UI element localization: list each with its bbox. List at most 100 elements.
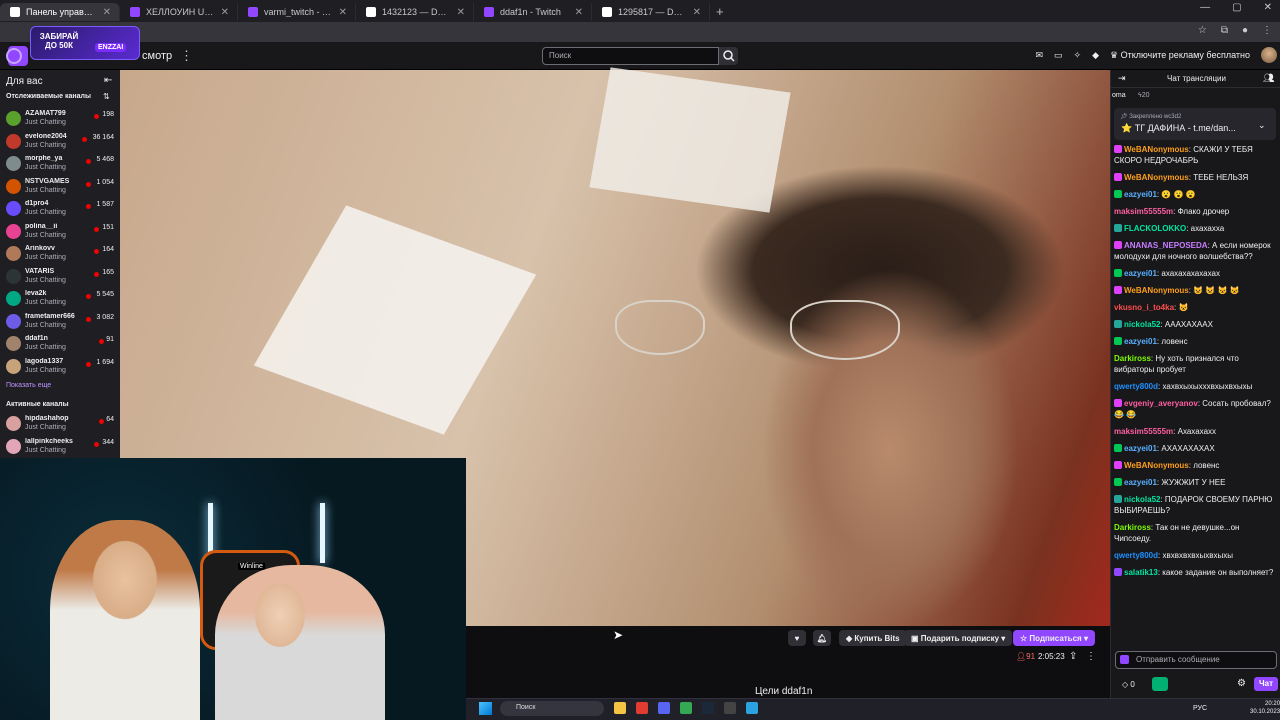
taskbar-search[interactable]: Поиск (500, 701, 604, 716)
chat-username[interactable]: nickola52 (1124, 320, 1160, 329)
chat-username[interactable]: qwerty800d (1114, 551, 1158, 560)
claim-points-button[interactable] (1152, 677, 1168, 691)
chat-message[interactable]: eazyei01: ахахахахахахах (1114, 268, 1274, 279)
chat-input[interactable]: Отправить сообщение (1115, 651, 1277, 669)
sidebar-channel[interactable]: polina__ii Just Chatting 151 (0, 221, 120, 243)
chat-message[interactable]: Darkiross: Так он не девушке...он Чипсое… (1114, 522, 1274, 544)
chat-message[interactable]: salatik13: какое задание он выполняет? (1114, 567, 1274, 578)
chat-username[interactable]: maksim55555m (1114, 207, 1173, 216)
chat-message[interactable]: evgeniy_averyanov: Сосать пробовал? 😂 😂 (1114, 398, 1274, 420)
browser-tab[interactable]: 1432123 — DonatePay ✕ (356, 3, 474, 21)
chat-username[interactable]: nickola52 (1124, 495, 1160, 504)
subscribe-button[interactable]: ☆ Подписаться ▾ (1013, 630, 1095, 646)
collapse-chat-icon[interactable]: ⇥ (1118, 73, 1126, 84)
browser-tab[interactable]: Панель управления - DonatePay ✕ (0, 3, 120, 21)
close-tab-icon[interactable]: ✕ (221, 7, 229, 18)
chat-username[interactable]: maksim55555m (1114, 427, 1173, 436)
chat-message[interactable]: vkusno_i_to4ka: 😺 (1114, 302, 1274, 313)
chat-send-button[interactable]: Чат (1254, 677, 1278, 691)
chat-username[interactable]: ANANAS_NEPOSEDA (1124, 241, 1208, 250)
telegram-icon[interactable] (746, 702, 758, 714)
more-options-icon[interactable]: ⋮ (1086, 651, 1096, 662)
search-button[interactable] (719, 47, 738, 65)
chat-message[interactable]: Darkiross: Ну хоть признался что вибрато… (1114, 353, 1274, 375)
sidebar-channel[interactable]: VATARIS Just Chatting 165 (0, 266, 120, 288)
close-tab-icon[interactable]: ✕ (339, 7, 347, 18)
close-tab-icon[interactable]: ✕ (693, 7, 701, 18)
discord-icon[interactable] (658, 702, 670, 714)
clock[interactable]: 20:20 30.10.2023 (1250, 700, 1280, 716)
sidebar-channel[interactable]: lallpinkcheeks Just Chatting 344 (0, 436, 120, 458)
chat-username[interactable]: eazyei01 (1124, 190, 1157, 199)
sidebar-channel[interactable]: NSTVGAMES Just Chatting 1 054 (0, 176, 120, 198)
new-tab-icon[interactable]: + (716, 4, 724, 19)
chat-badge-icon[interactable] (1114, 224, 1122, 232)
sort-icon[interactable]: ⇅ (103, 92, 110, 101)
chat-username[interactable]: qwerty800d (1114, 382, 1158, 391)
chat-username[interactable]: eazyei01 (1124, 444, 1157, 453)
close-tab-icon[interactable]: ✕ (575, 7, 583, 18)
obs-icon[interactable] (724, 702, 736, 714)
chat-badge-icon[interactable] (1114, 337, 1122, 345)
whispers-icon[interactable]: ▭ (1054, 50, 1063, 61)
shield-app-icon[interactable] (636, 702, 648, 714)
chat-badge-icon[interactable] (1114, 399, 1122, 407)
chat-message[interactable]: WeBANonymous: ловенс (1114, 460, 1274, 471)
star-icon[interactable]: ☆ (1198, 25, 1207, 36)
chat-username[interactable]: WeBANonymous (1124, 173, 1189, 182)
chat-message[interactable]: eazyei01: ЖУЖЖИТ У НЕЕ (1114, 477, 1274, 488)
sidebar-channel[interactable]: AZAMAT799 Just Chatting 198 (0, 108, 120, 130)
chat-badge-icon[interactable] (1114, 461, 1122, 469)
more-icon[interactable]: ⋮ (180, 48, 193, 64)
collapse-sidebar-icon[interactable]: ⇤ (104, 75, 112, 86)
chat-message[interactable]: WeBANonymous: 😺 😺 😺 😺 (1114, 285, 1274, 296)
sidebar-channel[interactable]: evelone2004 Just Chatting 36 164 (0, 131, 120, 153)
chat-badge-icon[interactable] (1114, 173, 1122, 181)
chat-username[interactable]: salatik13 (1124, 568, 1158, 577)
chat-badge-icon[interactable] (1114, 320, 1122, 328)
chevron-down-icon[interactable]: ⌄ (1258, 120, 1266, 131)
browser-tab[interactable]: ddaf1n - Twitch ✕ (474, 3, 592, 21)
chat-badge-icon[interactable] (1120, 655, 1129, 664)
inbox-icon[interactable]: ✉ (1035, 50, 1043, 61)
chat-message[interactable]: qwerty800d: хвхвхвхвхыхвхыхы (1114, 550, 1274, 561)
chat-message[interactable]: WeBANonymous: СКАЖИ У ТЕБЯ СКОРО НЕДРОЧА… (1114, 144, 1274, 166)
chat-badge-icon[interactable] (1114, 568, 1122, 576)
chat-username[interactable]: eazyei01 (1124, 269, 1157, 278)
sidebar-channel[interactable]: Arinkovv Just Chatting 164 (0, 243, 120, 265)
drops-icon[interactable]: ✧ (1074, 50, 1082, 61)
chat-badge-icon[interactable] (1114, 444, 1122, 452)
sidebar-channel[interactable]: d1pro4 Just Chatting 1 587 (0, 198, 120, 220)
chat-badge-icon[interactable] (1114, 495, 1122, 503)
search-input[interactable]: Поиск (542, 47, 719, 65)
chat-message[interactable]: qwerty800d: хахвхыхыхххвхыхвхыхы (1114, 381, 1274, 392)
gift-sub-button[interactable]: ▣ Подарить подписку ▾ (904, 630, 1013, 646)
chat-username[interactable]: WeBANonymous (1124, 461, 1189, 470)
chat-message[interactable]: eazyei01: ловенс (1114, 336, 1274, 347)
profile-icon[interactable]: ● (1242, 25, 1248, 36)
browser-tab[interactable]: varmi_twitch - Twitch ✕ (238, 3, 356, 21)
chat-message[interactable]: WeBANonymous: ТЕБЕ НЕЛЬЗЯ (1114, 172, 1274, 183)
user-avatar[interactable] (1261, 47, 1277, 63)
browser-tab[interactable]: ХЕЛЛОУИН UP-X LIVE - Twitch ✕ (120, 3, 238, 21)
sidebar-channel[interactable]: ddaf1n Just Chatting 91 (0, 333, 120, 355)
chat-message[interactable]: nickola52: АААХАХААХ (1114, 319, 1274, 330)
chat-message[interactable]: ANANAS_NEPOSEDA: А если номерок молодухи… (1114, 240, 1274, 262)
chat-message[interactable]: nickola52: ПОДАРОК СВОЕМУ ПАРНЮ ВЫБИРАЕШ… (1114, 494, 1274, 516)
keyboard-language[interactable]: РУС (1193, 705, 1207, 712)
channel-points[interactable]: ◇ 0 (1122, 680, 1135, 689)
chat-message[interactable]: maksim55555m: Ахахахахх (1114, 426, 1274, 437)
close-tab-icon[interactable]: ✕ (457, 7, 465, 18)
close-icon[interactable]: ✕ (1264, 2, 1272, 13)
browse-link[interactable]: смотр (142, 50, 172, 62)
chat-badge-icon[interactable] (1114, 286, 1122, 294)
chat-badge-icon[interactable] (1114, 269, 1122, 277)
chat-username[interactable]: eazyei01 (1124, 478, 1157, 487)
chat-username[interactable]: WeBANonymous (1124, 145, 1189, 154)
chat-username[interactable]: eazyei01 (1124, 337, 1157, 346)
menu-icon[interactable]: ⋮ (1262, 25, 1272, 36)
chat-username[interactable]: FLACKOLOKKO (1124, 224, 1186, 233)
chat-username[interactable]: vkusno_i_to4ka (1114, 303, 1174, 312)
notifications-button[interactable]: 🔔︎ (813, 630, 831, 646)
chat-settings-icon[interactable]: ⚙ (1237, 678, 1246, 689)
